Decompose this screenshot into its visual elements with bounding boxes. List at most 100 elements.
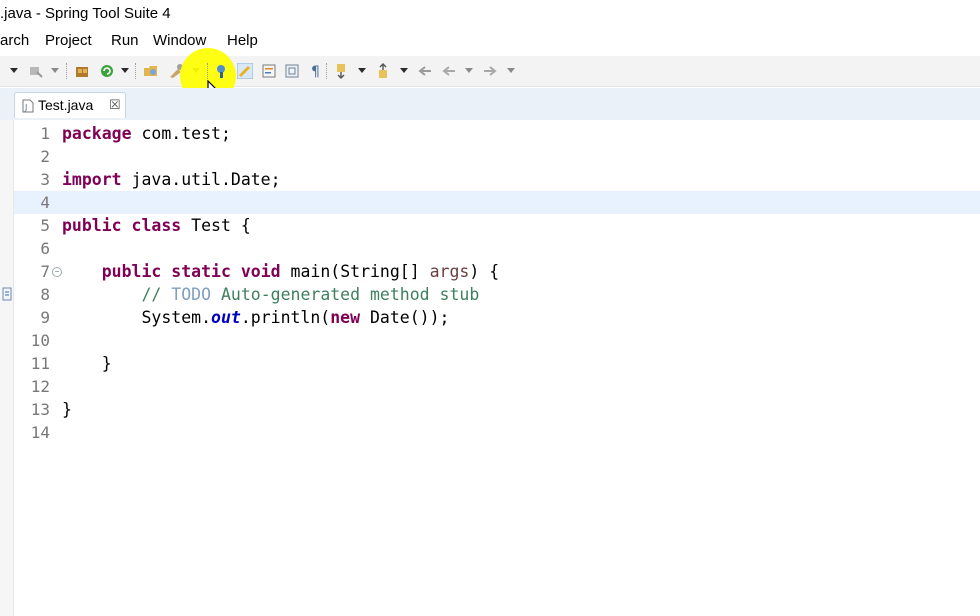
code-line[interactable]: 13} <box>14 398 980 421</box>
toggle-word-wrap-icon[interactable] <box>261 63 277 79</box>
search-icon[interactable] <box>214 63 230 79</box>
line-number: 4 <box>40 193 50 212</box>
svg-text:J: J <box>24 103 27 112</box>
code-token: package <box>62 124 132 143</box>
code-text: } <box>62 398 72 421</box>
refresh-icon[interactable] <box>99 63 115 79</box>
menu-run[interactable]: Run <box>111 28 139 54</box>
skip-breakpoints-icon[interactable] <box>28 63 44 79</box>
annotation-ruler <box>0 120 14 616</box>
code-token: } <box>62 354 112 373</box>
code-line[interactable]: 7− public static void main(String[] args… <box>14 260 980 283</box>
line-number: 2 <box>40 147 50 166</box>
line-number: 12 <box>30 377 50 396</box>
line-number: 9 <box>40 308 50 327</box>
code-line[interactable]: 3 import java.util.Date; <box>14 168 980 191</box>
svg-text:¶: ¶ <box>311 64 320 79</box>
task-marker-icon[interactable] <box>2 287 12 306</box>
code-text: public static void main(String[] args) { <box>62 260 499 283</box>
toolbar-separator <box>326 63 329 79</box>
line-number: 1 <box>40 124 50 143</box>
line-number: 11 <box>30 354 50 373</box>
code-text: package com.test; <box>62 122 231 145</box>
chevron-down-icon[interactable] <box>10 68 18 73</box>
line-number: 14 <box>30 423 50 442</box>
fold-toggle-icon[interactable]: − <box>52 267 62 277</box>
code-token: new <box>330 308 361 327</box>
line-number: 8 <box>40 285 50 304</box>
chevron-down-icon[interactable] <box>358 68 366 73</box>
chevron-down-icon[interactable] <box>51 68 59 73</box>
code-line[interactable]: 2 <box>14 145 980 168</box>
code-token: main(String[] <box>280 262 430 281</box>
code-text: } <box>62 352 112 375</box>
code-line[interactable]: 6 <box>14 237 980 260</box>
code-token: com.test; <box>131 124 231 143</box>
code-token: static <box>171 262 231 281</box>
line-number: 13 <box>30 400 50 419</box>
toolbar-separator <box>135 63 138 79</box>
code-token: } <box>62 400 72 419</box>
code-line[interactable]: 11 } <box>14 352 980 375</box>
chevron-down-icon[interactable] <box>507 68 515 73</box>
tab-label: Test.java <box>38 97 94 113</box>
tab-test-java[interactable]: J Test.java ☒ <box>14 92 126 118</box>
menu-bar: arch Project Run Window Help <box>0 28 980 54</box>
main-toolbar: ¶ <box>0 48 980 104</box>
code-token: TODO <box>171 285 212 304</box>
code-line[interactable]: 12 <box>14 375 980 398</box>
toggle-mark-occurrences-icon[interactable] <box>237 63 253 79</box>
line-number: 7 <box>40 262 50 281</box>
code-text: System.out.println(new Date()); <box>62 306 449 329</box>
chevron-down-icon[interactable] <box>465 68 473 73</box>
code-token: java.util.Date; <box>121 170 281 189</box>
code-token: args <box>429 262 470 281</box>
code-token: public <box>101 262 162 281</box>
line-number: 10 <box>30 331 50 350</box>
chevron-down-icon[interactable] <box>121 68 129 73</box>
line-number: 3 <box>40 170 50 189</box>
code-line[interactable]: 14 <box>14 421 980 444</box>
code-line[interactable]: 8 // TODO Auto-generated method stub <box>14 283 980 306</box>
code-token: public <box>62 216 122 235</box>
editor-tab-bar: J Test.java ☒ <box>0 88 980 120</box>
code-editor[interactable]: 1 package com.test; 2 3 import java.util.Dat… <box>14 120 980 616</box>
code-text: public class Test { <box>62 214 251 237</box>
code-line[interactable]: 9 System.out.println(new Date()); <box>14 306 980 329</box>
code-line[interactable]: 10 <box>14 329 980 352</box>
next-annotation-icon[interactable] <box>334 63 350 79</box>
title-bar: .java - Spring Tool Suite 4 <box>0 0 980 28</box>
code-token: out <box>211 308 241 327</box>
code-line[interactable]: 5 public class Test { <box>14 214 980 237</box>
open-type-icon[interactable] <box>143 63 159 79</box>
forward-icon[interactable] <box>482 63 498 79</box>
code-token: class <box>131 216 182 235</box>
line-number: 6 <box>40 239 50 258</box>
last-edit-location-icon[interactable] <box>417 63 433 79</box>
code-token: Auto-generated method stub <box>211 285 480 304</box>
code-token: // <box>141 285 172 304</box>
close-icon[interactable]: ☒ <box>109 97 121 113</box>
toolbar-separator <box>66 63 69 79</box>
code-token: Test { <box>181 216 251 235</box>
menu-project[interactable]: Project <box>45 28 92 54</box>
line-number: 5 <box>40 216 50 235</box>
code-line[interactable]: 1 package com.test; <box>14 122 980 145</box>
window-title: .java - Spring Tool Suite 4 <box>0 5 171 22</box>
chevron-down-icon[interactable] <box>400 68 408 73</box>
new-spring-starter-icon[interactable] <box>75 63 91 79</box>
previous-annotation-icon[interactable] <box>376 63 392 79</box>
back-icon[interactable] <box>441 63 457 79</box>
code-line[interactable]: 4 <box>14 191 980 214</box>
code-token: void <box>240 262 281 281</box>
block-selection-icon[interactable] <box>284 63 300 79</box>
show-whitespace-icon[interactable]: ¶ <box>308 63 324 79</box>
code-token: ) { <box>469 262 500 281</box>
code-text: import java.util.Date; <box>62 168 281 191</box>
menu-search[interactable]: arch <box>0 28 29 54</box>
menu-help[interactable]: Help <box>227 28 258 54</box>
toolbar-separator <box>207 63 210 79</box>
